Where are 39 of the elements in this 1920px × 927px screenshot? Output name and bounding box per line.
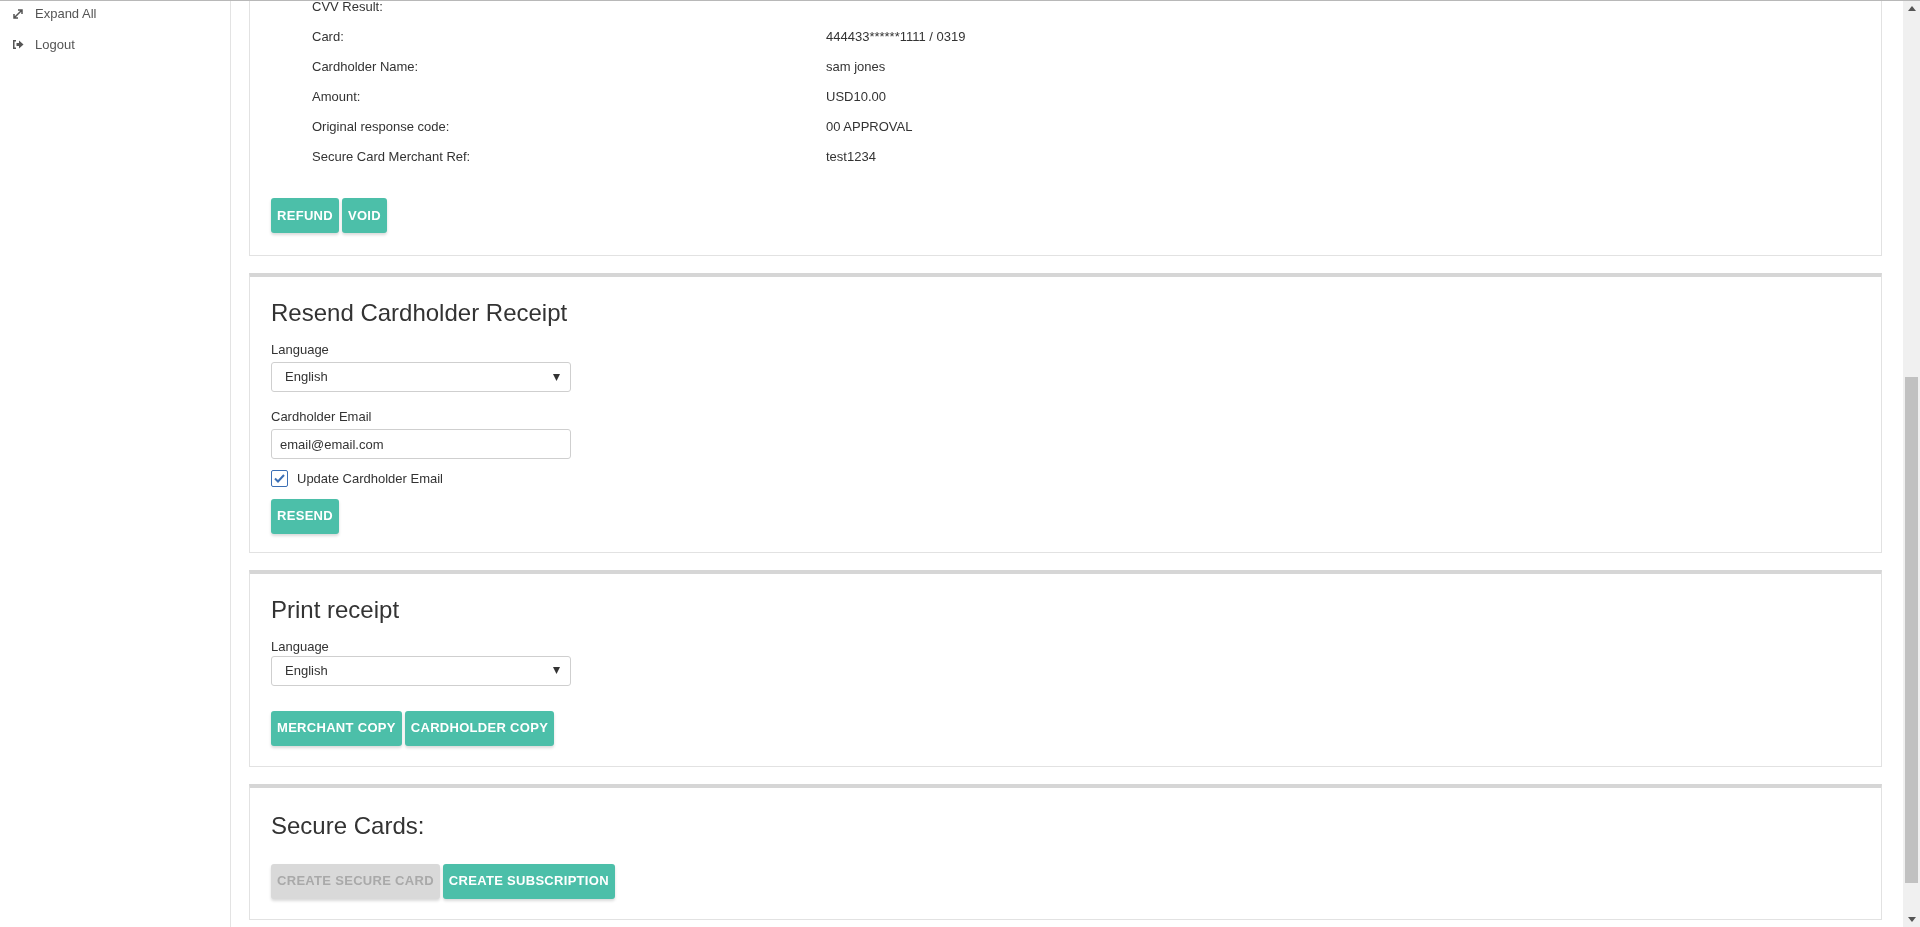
dropdown-caret-icon [553,667,560,674]
detail-label: Secure Card Merchant Ref: [312,148,472,167]
scrollbar[interactable] [1903,1,1920,927]
section-title: Print receipt [271,594,400,625]
sidebar-link[interactable]: Expand All [12,4,97,23]
action-button[interactable]: MERCHANT COPY [271,710,402,746]
expand-arrows-icon [12,7,24,20]
checkbox-label: Update Cardholder Email [297,470,443,488]
action-button[interactable]: VOID [341,198,387,233]
action-button[interactable]: REFUND [271,198,339,233]
detail-value: 00 APPROVAL [826,118,913,137]
scroll-up-arrow-icon[interactable] [1907,6,1916,11]
field-label: Cardholder Email [271,409,372,425]
action-button[interactable]: CARDHOLDER COPY [404,710,555,746]
email-input[interactable]: email@email.com [271,429,571,459]
action-button[interactable]: CREATE SUBSCRIPTION [442,863,615,899]
detail-value: test1234 [826,148,876,167]
detail-label: Cardholder Name: [312,58,420,77]
field-label: Language [271,342,329,358]
section-title: Resend Cardholder Receipt [271,298,568,328]
language-select[interactable]: English [271,655,571,686]
action-button[interactable]: RESEND [271,498,339,534]
detail-value: sam jones [826,58,886,77]
field-label: Language [271,638,329,655]
scroll-down-arrow-icon[interactable] [1907,917,1916,922]
scrollbar-thumb[interactable] [1905,377,1918,883]
detail-label: Card: [312,28,345,47]
language-select[interactable]: English [271,362,571,392]
logout-icon [12,39,24,50]
sidebar-link[interactable]: Logout [12,35,75,54]
check-icon [274,474,285,484]
detail-label: Amount: [312,88,362,107]
detail-value: USD10.00 [826,88,886,107]
dropdown-caret-icon [553,373,560,381]
detail-label: Original response code: [312,118,451,137]
detail-value: 444433******1111 / 0319 [826,28,966,47]
detail-label: CVV Result: [312,1,384,17]
section-title: Secure Cards: [271,810,425,841]
checkbox[interactable] [271,470,288,488]
